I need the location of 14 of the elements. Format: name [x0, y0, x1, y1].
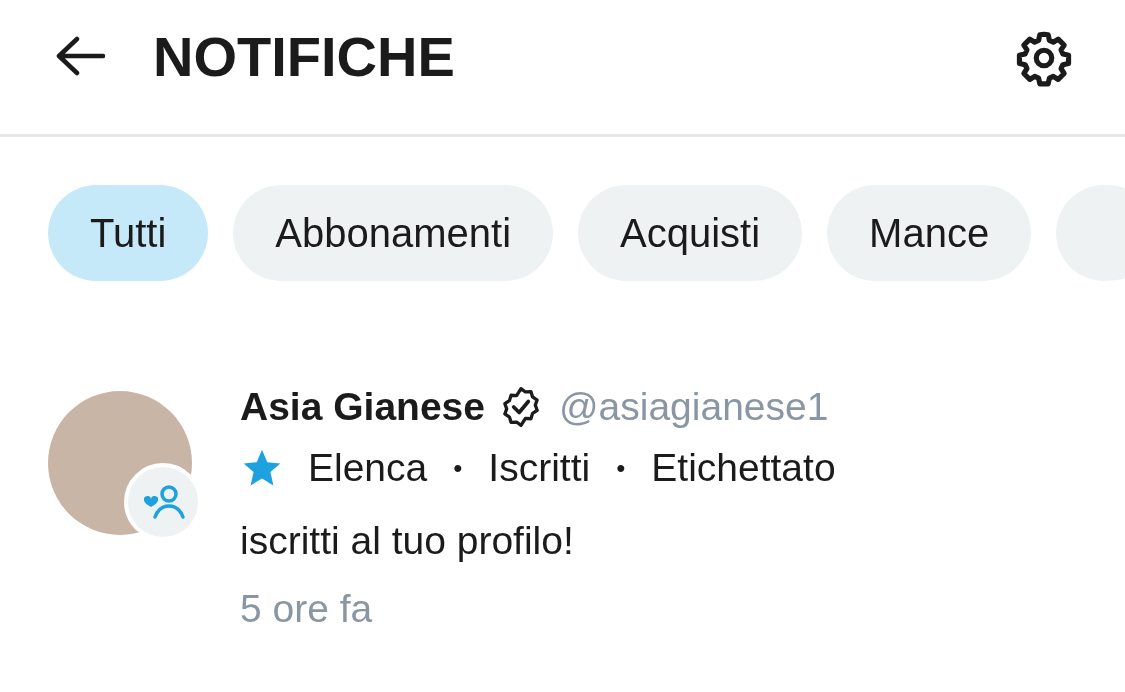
notification-time: 5 ore fa: [240, 587, 374, 631]
list-tag[interactable]: Iscritti: [488, 446, 591, 490]
list-tag[interactable]: Etichettato: [651, 446, 836, 490]
list-tag[interactable]: Elenca: [308, 446, 428, 490]
separator-dot: •: [453, 452, 463, 484]
page-title: NOTIFICHE: [153, 23, 456, 89]
filter-chip[interactable]: Tutti: [48, 185, 209, 281]
notification-message: iscritti al tuo profilo!: [240, 519, 575, 563]
user-name[interactable]: Asia Gianese: [240, 385, 485, 429]
filter-chip[interactable]: Acquisti: [578, 185, 803, 281]
filter-chip[interactable]: Abbonamenti: [233, 185, 554, 281]
back-arrow-icon[interactable]: [55, 36, 105, 76]
filter-chip[interactable]: Mance: [827, 185, 1032, 281]
separator-dot: •: [616, 452, 626, 484]
